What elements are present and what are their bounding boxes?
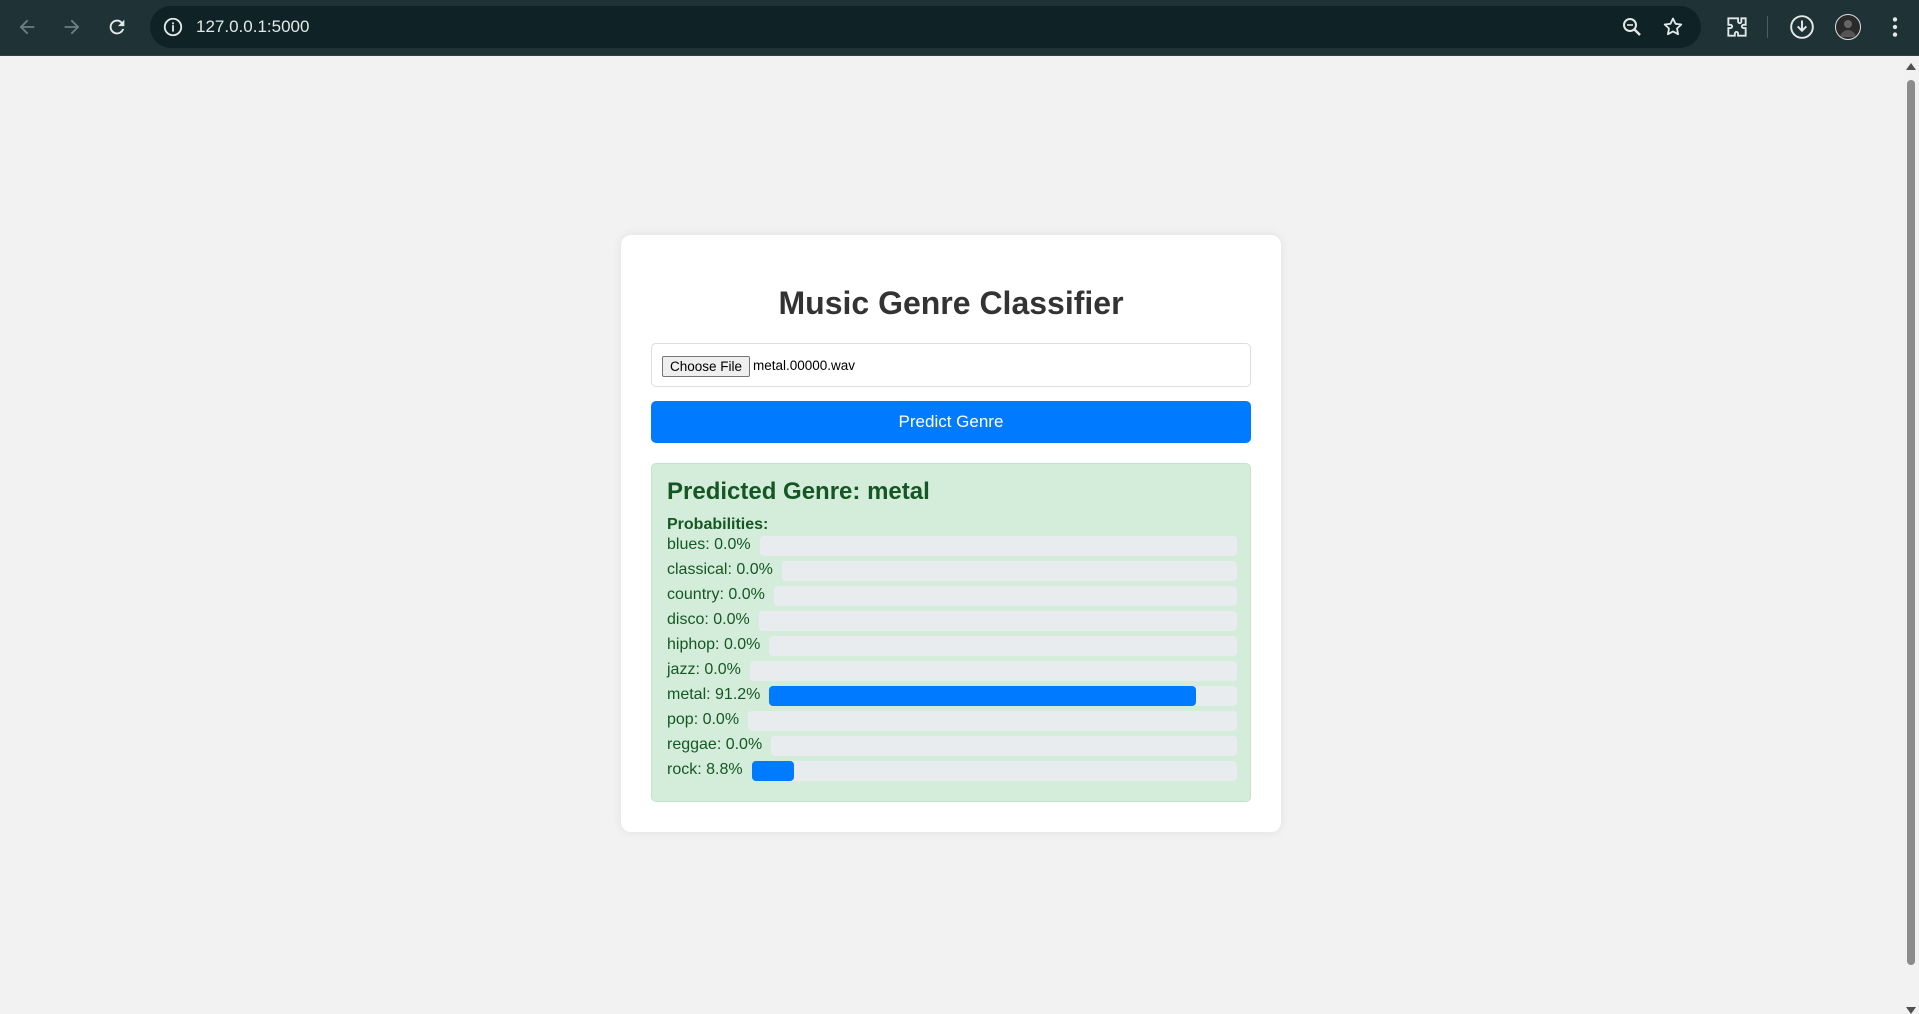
site-info-icon[interactable]	[162, 16, 184, 38]
profile-avatar[interactable]	[1835, 14, 1861, 40]
address-bar[interactable]: 127.0.0.1:5000	[150, 6, 1701, 48]
probability-row: reggae: 0.0%	[667, 734, 1237, 756]
probability-bar-track	[751, 761, 1237, 781]
file-input[interactable]: Choose File metal.00000.wav	[651, 343, 1251, 387]
probability-bar-track	[758, 611, 1237, 631]
probability-label: classical: 0.0%	[667, 561, 773, 578]
probabilities-label: Probabilities:	[667, 516, 769, 533]
probability-row: metal: 91.2%	[667, 684, 1237, 706]
probability-bar-track	[781, 561, 1237, 581]
probability-row: hiphop: 0.0%	[667, 634, 1237, 656]
probability-bar-track	[769, 636, 1237, 656]
probability-row: pop: 0.0%	[667, 709, 1237, 731]
profile-icon	[1840, 20, 1856, 37]
page-scrollbar[interactable]	[1903, 56, 1919, 1014]
download-icon[interactable]	[1789, 14, 1815, 40]
arrow-left-icon	[19, 19, 35, 35]
back-button[interactable]	[9, 9, 45, 45]
reload-button[interactable]	[99, 9, 135, 45]
probability-label: country: 0.0%	[667, 586, 765, 603]
probability-label: rock: 8.8%	[667, 761, 743, 778]
extensions-icon[interactable]	[1724, 14, 1750, 40]
probability-bar-fill	[769, 686, 1196, 706]
probability-bar-track	[769, 686, 1237, 706]
url-text[interactable]: 127.0.0.1:5000	[196, 17, 309, 37]
probability-row: jazz: 0.0%	[667, 659, 1237, 681]
probability-bar-track	[749, 661, 1237, 681]
probability-bar-track	[748, 711, 1237, 731]
probability-label: jazz: 0.0%	[667, 661, 741, 678]
browser-toolbar: 127.0.0.1:5000	[0, 0, 1919, 56]
probability-row: disco: 0.0%	[667, 609, 1237, 631]
classifier-card: Music Genre Classifier Choose File metal…	[621, 235, 1281, 832]
probability-bar-track	[759, 536, 1237, 556]
probability-row: classical: 0.0%	[667, 559, 1237, 581]
scroll-thumb[interactable]	[1907, 80, 1915, 965]
probability-label: pop: 0.0%	[667, 711, 740, 728]
page-title: Music Genre Classifier	[778, 285, 1124, 321]
scroll-down-icon[interactable]	[1906, 1007, 1916, 1014]
forward-button[interactable]	[54, 9, 90, 45]
probability-bar-track	[771, 736, 1237, 756]
menu-kebab-icon[interactable]	[1882, 14, 1908, 40]
choose-file-button[interactable]: Choose File	[662, 356, 751, 377]
probability-label: blues: 0.0%	[667, 536, 751, 553]
scroll-up-icon[interactable]	[1906, 63, 1916, 70]
probability-row: rock: 8.8%	[667, 759, 1237, 781]
reload-icon	[109, 19, 125, 35]
bookmark-star-icon[interactable]	[1661, 15, 1685, 39]
probability-bar-fill	[751, 761, 795, 781]
predict-genre-button[interactable]: Predict Genre	[651, 401, 1251, 443]
prediction-result: Predicted Genre: metal Probabilities: bl…	[651, 463, 1251, 802]
probability-label: disco: 0.0%	[667, 611, 750, 628]
probability-label: reggae: 0.0%	[667, 736, 763, 753]
probability-label: hiphop: 0.0%	[667, 636, 761, 653]
probability-label: metal: 91.2%	[667, 686, 761, 703]
probability-bar-track	[773, 586, 1237, 606]
zoom-icon[interactable]	[1620, 15, 1644, 39]
arrow-right-icon	[64, 19, 80, 35]
probability-row: blues: 0.0%	[667, 534, 1237, 556]
probability-row: country: 0.0%	[667, 584, 1237, 606]
selected-file-name: metal.00000.wav	[753, 358, 856, 373]
toolbar-divider	[1767, 16, 1768, 38]
predicted-genre-heading: Predicted Genre: metal	[667, 478, 930, 505]
